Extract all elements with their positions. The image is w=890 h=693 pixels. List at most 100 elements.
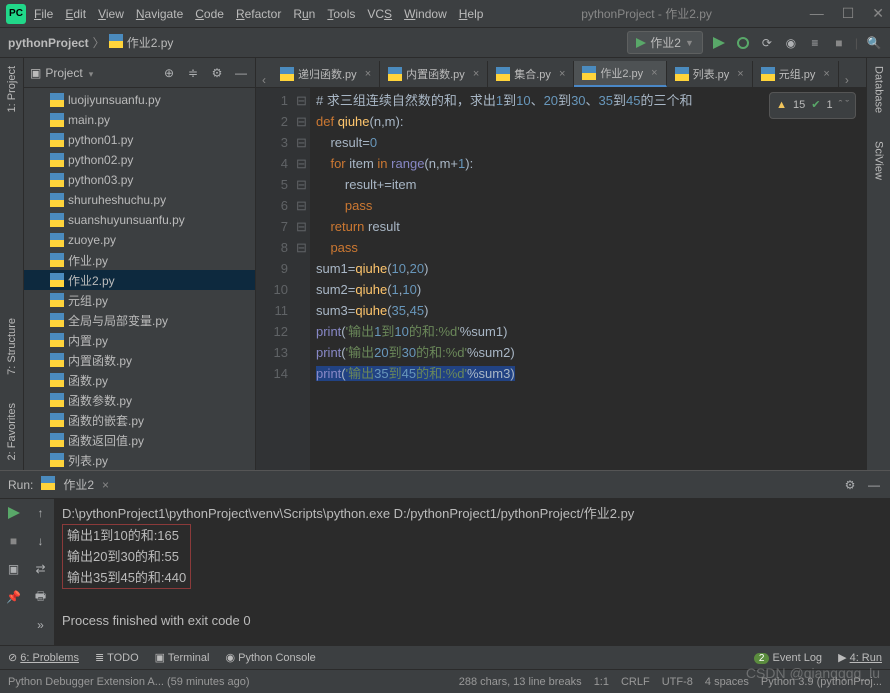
tree-item[interactable]: 全局与局部变量.py [24, 310, 255, 330]
maximize-icon[interactable]: ☐ [842, 5, 855, 22]
status-pos[interactable]: 1:1 [594, 676, 609, 688]
profile-icon[interactable]: ◉ [783, 35, 799, 51]
editor-tab[interactable]: 集合.py× [488, 61, 574, 87]
close-tab-icon[interactable]: × [823, 68, 829, 80]
menu-tools[interactable]: Tools [327, 7, 355, 21]
debug-icon[interactable] [735, 35, 751, 51]
terminal-tab[interactable]: ▣ Terminal [155, 651, 210, 664]
locate-icon[interactable]: ⊕ [161, 65, 177, 81]
editor-tab[interactable]: 递归函数.py× [272, 61, 380, 87]
tree-item[interactable]: luojiyunsuanfu.py [24, 90, 255, 110]
close-tab-icon[interactable]: × [651, 67, 657, 79]
tree-item[interactable]: python02.py [24, 150, 255, 170]
run-icon[interactable] [711, 35, 727, 51]
close-tab-icon[interactable]: × [559, 68, 565, 80]
tree-item[interactable]: 函数参数.py [24, 390, 255, 410]
menu-navigate[interactable]: Navigate [136, 7, 183, 21]
editor-tab[interactable]: 内置函数.py× [380, 61, 488, 87]
sidebar-tab-structure[interactable]: 7: Structure [4, 314, 20, 379]
tree-item[interactable]: python01.py [24, 130, 255, 150]
minimize-icon[interactable]: — [810, 5, 824, 22]
down-icon[interactable]: ↓ [33, 533, 49, 549]
tree-item[interactable]: 内置函数.py [24, 350, 255, 370]
menu-vcs[interactable]: VCS [367, 7, 392, 21]
tab-scroll-left[interactable]: ‹ [256, 73, 272, 87]
problems-tab[interactable]: ⊘ 6: Problems [8, 651, 79, 664]
console-line: 输出1到10的和:165 [67, 525, 186, 546]
tree-item[interactable]: python03.py [24, 170, 255, 190]
hide-icon[interactable]: — [233, 65, 249, 81]
attach-icon[interactable]: ≡ [807, 35, 823, 51]
menu-run[interactable]: Run [293, 7, 315, 21]
layout-icon[interactable]: ▣ [6, 561, 22, 577]
status-indent[interactable]: 4 spaces [705, 676, 749, 688]
event-log-tab[interactable]: 2 Event Log [754, 652, 822, 664]
up-icon[interactable]: ↑ [33, 505, 49, 521]
tree-item[interactable]: 元组.py [24, 290, 255, 310]
search-icon[interactable]: 🔍 [866, 35, 882, 51]
sidebar-tab-sciview[interactable]: SciView [871, 137, 887, 184]
sidebar-tab-project[interactable]: 1: Project [4, 62, 20, 116]
tree-item[interactable]: 列表.py [24, 450, 255, 470]
menu-edit[interactable]: Edit [65, 7, 86, 21]
tree-item[interactable]: zuoye.py [24, 230, 255, 250]
menu-file[interactable]: File [34, 7, 53, 21]
run-tab-label[interactable]: 作业2 [63, 476, 94, 493]
python-console-tab[interactable]: ◉ Python Console [225, 651, 315, 664]
tree-item[interactable]: 函数的嵌套.py [24, 410, 255, 430]
sidebar-tab-favorites[interactable]: 2: Favorites [4, 399, 20, 464]
chevron-down-icon[interactable] [87, 66, 94, 80]
run-toolbar: ■ ▣ 📌 ↑ ↓ ⇄ 🖶 » [0, 499, 54, 645]
tree-item[interactable]: 函数返回值.py [24, 430, 255, 450]
left-gutter: 1: Project 7: Structure 2: Favorites [0, 58, 24, 470]
code-area[interactable]: 1234567891011121314 ⊟⊟⊟⊟⊟⊟⊟⊟ # 求三组连续自然数的… [256, 88, 866, 470]
run-tab[interactable]: ▶ 4: Run [838, 651, 882, 664]
status-sep[interactable]: CRLF [621, 676, 650, 688]
tree-item[interactable]: main.py [24, 110, 255, 130]
project-tree[interactable]: luojiyunsuanfu.pymain.pypython01.pypytho… [24, 88, 255, 470]
breadcrumb-file[interactable]: 作业2.py [127, 34, 174, 51]
close-icon[interactable]: ✕ [872, 5, 884, 22]
tab-scroll-right[interactable]: › [839, 73, 855, 87]
gear-icon[interactable]: ⚙ [209, 65, 225, 81]
print-icon[interactable]: 🖶 [33, 589, 49, 605]
close-tab-icon[interactable]: × [365, 68, 371, 80]
gear-icon[interactable]: ⚙ [842, 477, 858, 493]
close-tab-icon[interactable]: × [473, 68, 479, 80]
menu-view[interactable]: View [98, 7, 124, 21]
collapse-icon[interactable]: ≑ [185, 65, 201, 81]
run-label: Run: [8, 478, 33, 492]
tree-item[interactable]: 作业2.py [24, 270, 255, 290]
tree-item[interactable]: 函数.py [24, 370, 255, 390]
stop-icon[interactable]: ■ [831, 35, 847, 51]
tree-item[interactable]: suanshuyunsuanfu.py [24, 210, 255, 230]
menu-refactor[interactable]: Refactor [236, 7, 281, 21]
breadcrumb[interactable]: pythonProject 〉 作业2.py [8, 34, 173, 51]
breadcrumb-project[interactable]: pythonProject [8, 36, 89, 50]
editor-tab[interactable]: 元组.py× [753, 61, 839, 87]
editor-tab[interactable]: 列表.py× [667, 61, 753, 87]
coverage-icon[interactable]: ⟳ [759, 35, 775, 51]
menu-help[interactable]: Help [459, 7, 484, 21]
menu-code[interactable]: Code [195, 7, 224, 21]
more-icon[interactable]: » [33, 617, 49, 633]
status-enc[interactable]: UTF-8 [662, 676, 693, 688]
tree-item[interactable]: 内置.py [24, 330, 255, 350]
stop-icon[interactable]: ■ [6, 533, 22, 549]
close-tab-icon[interactable]: × [737, 68, 743, 80]
wrap-icon[interactable]: ⇄ [33, 561, 49, 577]
pin-icon[interactable]: 📌 [6, 589, 22, 605]
tree-item[interactable]: 作业.py [24, 250, 255, 270]
hide-icon[interactable]: — [866, 477, 882, 493]
todo-tab[interactable]: ≣ TODO [95, 651, 139, 664]
rerun-icon[interactable] [6, 505, 22, 521]
editor-tab[interactable]: 作业2.py× [574, 61, 666, 87]
console-output[interactable]: D:\pythonProject1\pythonProject\venv\Scr… [54, 499, 890, 645]
code-content[interactable]: # 求三组连续自然数的和，求出1到10、20到30、35到45的三个和 def … [310, 88, 866, 470]
tree-item[interactable]: shuruheshuchu.py [24, 190, 255, 210]
menu-window[interactable]: Window [404, 7, 447, 21]
run-config-dropdown[interactable]: 作业2 ▼ [627, 31, 703, 54]
console-cmd: D:\pythonProject1\pythonProject\venv\Scr… [62, 503, 882, 524]
sidebar-tab-database[interactable]: Database [871, 62, 887, 117]
inspection-widget[interactable]: ▲15 ✔1 ˆ ˇ [769, 92, 856, 119]
